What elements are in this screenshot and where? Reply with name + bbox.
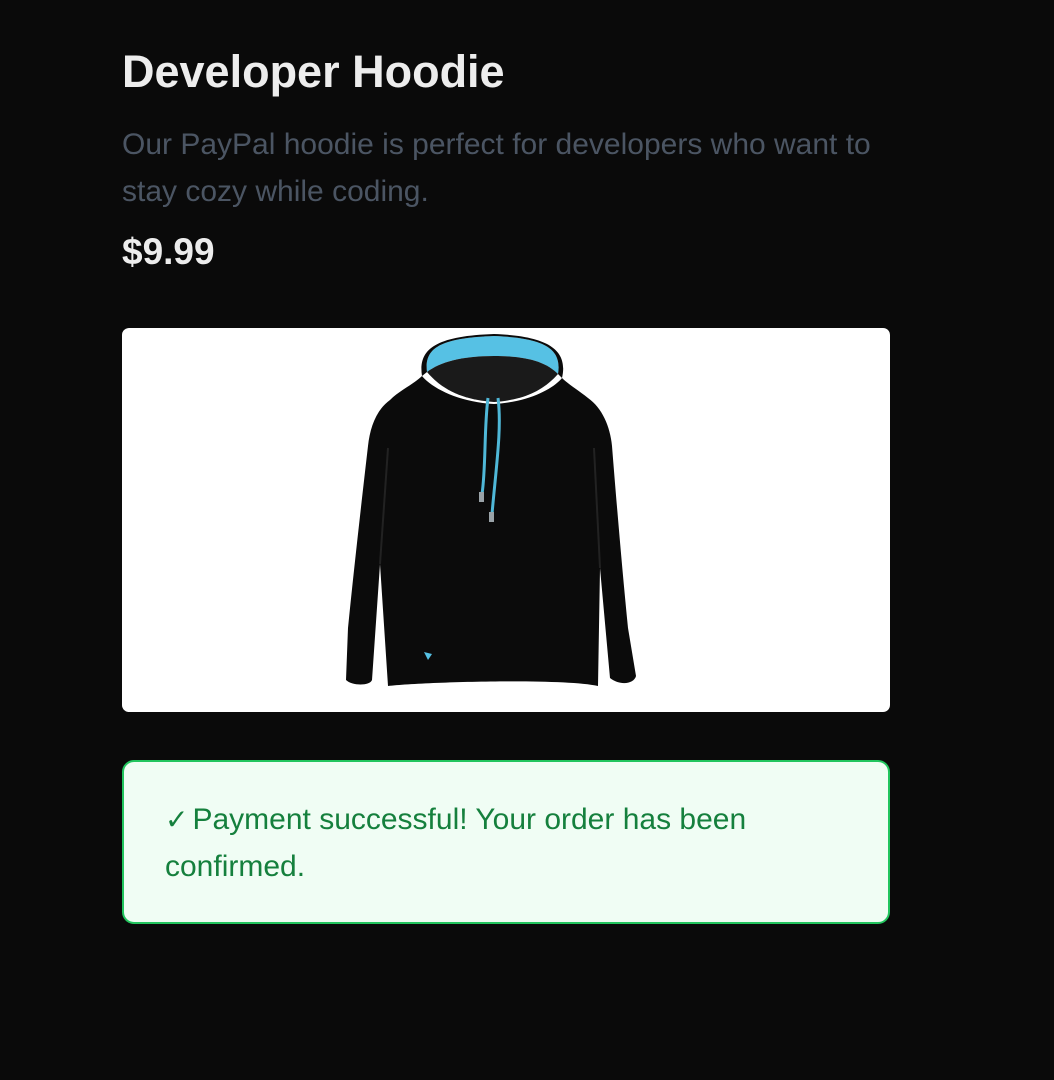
success-message-text: Payment successful! Your order has been … [165, 803, 747, 883]
checkmark-icon: ✓ [165, 803, 189, 836]
product-description: Our PayPal hoodie is perfect for develop… [122, 128, 871, 208]
success-message: ✓ Payment successful! Your order has been… [165, 796, 848, 890]
product-image-card [122, 328, 890, 712]
hoodie-image [346, 334, 636, 686]
product-title: Developer Hoodie [122, 46, 505, 97]
product-price: $9.99 [122, 231, 215, 272]
payment-success-alert: ✓ Payment successful! Your order has been… [122, 760, 890, 924]
